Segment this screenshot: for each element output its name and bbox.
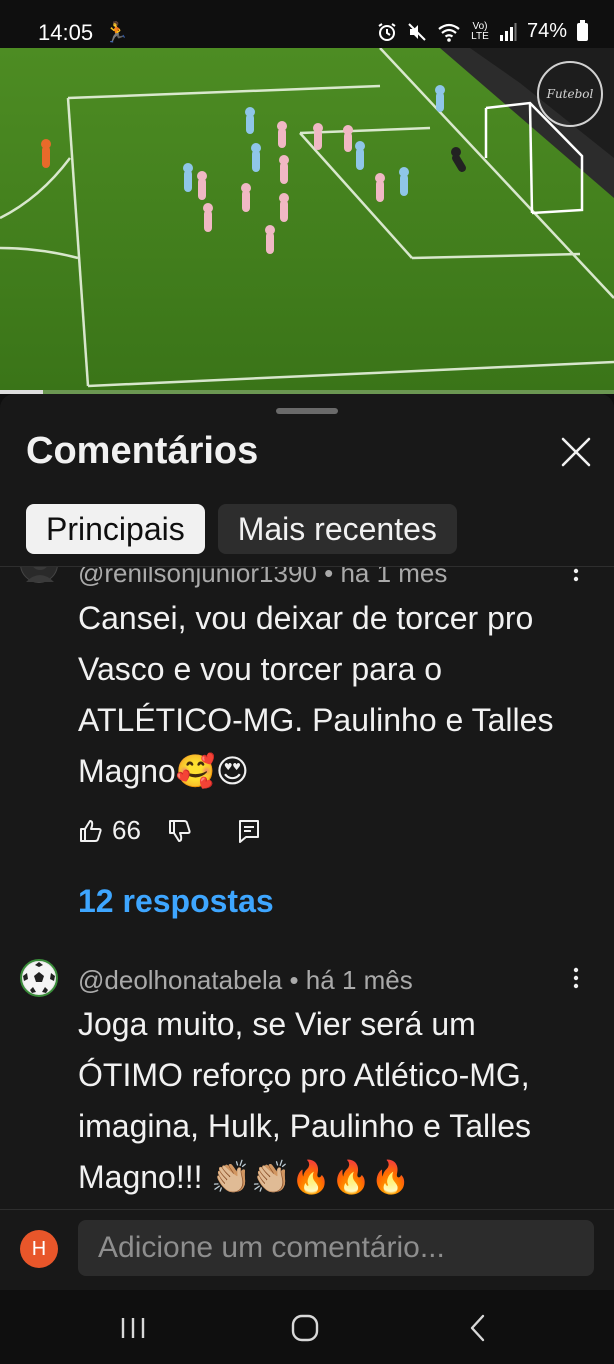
reply-comment-icon [238,819,259,843]
like-count: 66 [112,815,141,845]
home-button[interactable] [285,1308,325,1348]
dislike-button[interactable] [167,818,193,844]
soccer-ball-icon [23,962,55,994]
volte-icon: Vo) LTE [471,20,489,42]
user-avatar[interactable]: H [20,1230,58,1268]
video-player[interactable]: Futebol [0,48,614,394]
svg-text:Futebol: Futebol [546,87,594,101]
close-icon [561,437,591,467]
recent-apps-icon [121,1318,145,1338]
home-icon [291,1314,319,1342]
back-button[interactable] [458,1308,498,1348]
comment-menu-button[interactable] [566,965,586,995]
thumbs-down-icon [168,819,191,842]
avatar[interactable] [20,567,58,583]
battery-icon [577,19,588,41]
sort-tabs: Principais Mais recentes [26,504,457,554]
avatar-image [26,567,54,582]
status-time: 14:05 [38,20,94,45]
comment-time: há 1 mês [305,965,413,995]
meta-separator: • [324,567,341,588]
sheet-title: Comentários [26,430,259,472]
comment-time: há 1 mês [340,567,448,588]
avatar[interactable] [20,959,58,997]
system-nav-bar [0,1290,614,1364]
drag-handle[interactable] [276,408,338,414]
add-comment-input[interactable]: Adicione um comentário... [78,1220,594,1276]
comment-author[interactable]: @renilsonjunior1390 [78,567,317,588]
comment-author[interactable]: @deolhonatabela [78,965,282,995]
comments-sheet: Comentários Principais Mais recentes @re… [0,394,614,1364]
video-frame: Futebol [0,48,614,394]
more-vert-icon [573,568,579,582]
tab-mais-recentes[interactable]: Mais recentes [217,504,457,554]
comment-list[interactable]: @renilsonjunior1390 • há 1 mês Cansei, v… [0,567,614,1209]
mute-icon [408,22,426,41]
reply-button[interactable] [237,818,261,844]
like-button[interactable]: 66 [78,815,141,846]
thumbs-up-icon [80,819,102,842]
signal-icon [499,22,517,41]
running-figure-icon: 🏃 [104,22,129,44]
status-icons: Vo) LTE 74% [377,19,588,43]
comment-text: Cansei, vou deixar de torcer pro Vasco e… [78,600,554,789]
alarm-icon [378,22,396,41]
tab-principais[interactable]: Principais [26,504,205,554]
more-vert-icon [573,967,579,989]
comment-actions: 66 [78,815,261,846]
comment-meta: @deolhonatabela • há 1 mês [78,965,413,996]
status-bar: 14:05 🏃 Vo) LTE 74% [0,0,614,48]
meta-separator: • [289,965,306,995]
wifi-icon [438,23,460,42]
recent-apps-button[interactable] [113,1308,153,1348]
comment-menu-button[interactable] [566,567,586,588]
divider [0,1209,614,1210]
replies-link[interactable]: 12 respostas [78,883,274,920]
battery-percent: 74% [526,20,567,42]
close-button[interactable] [556,432,596,472]
comment-text: Joga muito, se Vier será um ÓTIMO reforç… [78,1006,531,1195]
back-icon [470,1314,485,1342]
comment-meta: @renilsonjunior1390 • há 1 mês [78,567,447,589]
